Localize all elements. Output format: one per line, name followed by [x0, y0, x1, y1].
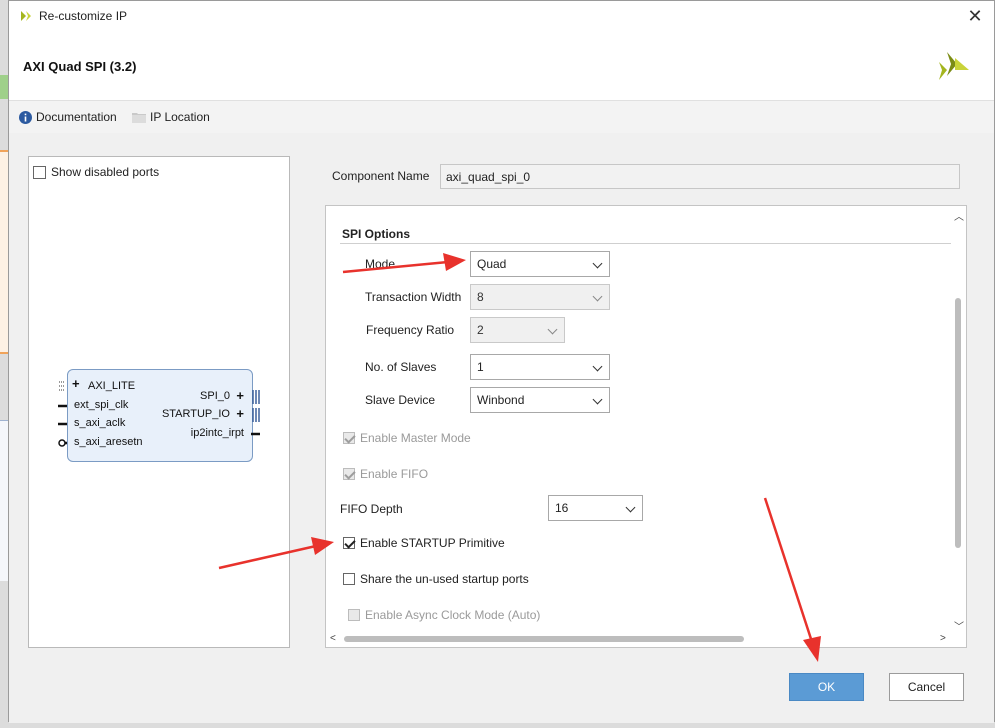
scroll-up-icon[interactable]: ︿ [954, 208, 964, 223]
ip-title: AXI Quad SPI (3.2) [23, 59, 137, 74]
checkbox-box[interactable] [343, 537, 355, 549]
enable-startup-primitive-checkbox[interactable]: Enable STARTUP Primitive [343, 536, 505, 550]
horizontal-scroll-thumb[interactable] [344, 636, 744, 642]
chevron-down-icon [592, 361, 603, 372]
cancel-button[interactable]: Cancel [889, 673, 964, 701]
dialog-header: AXI Quad SPI (3.2) [9, 32, 994, 100]
transaction-width-select[interactable]: 8 [470, 284, 610, 310]
enable-master-mode-checkbox[interactable]: Enable Master Mode [343, 431, 471, 445]
no-of-slaves-label: No. of Slaves [365, 360, 437, 374]
fifo-depth-label: FIFO Depth [340, 502, 403, 516]
spi-options-panel: SPI Options Mode Quad Transaction Width … [325, 205, 967, 648]
component-name-label: Component Name [332, 169, 430, 183]
ip-block-pins [58, 381, 260, 447]
checkbox-box[interactable] [348, 609, 360, 621]
fifo-depth-value: 16 [555, 501, 569, 515]
component-name-input[interactable]: axi_quad_spi_0 [440, 164, 960, 189]
scroll-left-icon[interactable]: < [330, 633, 336, 644]
no-of-slaves-select[interactable]: 1 [470, 354, 610, 380]
title-bar: Re-customize IP ✕ [9, 1, 994, 32]
checkbox-box[interactable] [343, 573, 355, 585]
frequency-ratio-select[interactable]: 2 [470, 317, 565, 343]
scroll-right-icon[interactable]: > [940, 633, 946, 644]
enable-startup-primitive-label: Enable STARTUP Primitive [360, 536, 505, 550]
checkbox-box[interactable] [343, 468, 355, 480]
xilinx-logo-icon [939, 52, 969, 80]
no-of-slaves-value: 1 [477, 360, 484, 374]
section-divider [340, 243, 952, 244]
share-unused-startup-ports-label: Share the un-used startup ports [360, 572, 529, 586]
mode-select[interactable]: Quad [470, 251, 610, 277]
slave-device-value: Winbond [477, 393, 525, 407]
share-unused-startup-ports-checkbox[interactable]: Share the un-used startup ports [343, 572, 529, 586]
slave-device-label: Slave Device [365, 393, 436, 407]
slave-device-select[interactable]: Winbond [470, 387, 610, 413]
frequency-ratio-value: 2 [477, 323, 484, 337]
horizontal-scrollbar[interactable]: < > [326, 632, 953, 647]
recustomize-ip-dialog: Re-customize IP ✕ AXI Quad SPI (3.2) Doc… [8, 0, 995, 723]
enable-async-clock-mode-label: Enable Async Clock Mode (Auto) [365, 608, 541, 622]
checkbox-box[interactable] [343, 432, 355, 444]
enable-fifo-label: Enable FIFO [360, 467, 429, 481]
chevron-down-icon [592, 394, 603, 405]
background-window-fragment [0, 75, 8, 99]
ip-location-button[interactable]: IP Location [132, 110, 210, 124]
enable-master-mode-label: Enable Master Mode [360, 431, 471, 445]
window-title: Re-customize IP [39, 9, 128, 23]
enable-async-clock-mode-checkbox[interactable]: Enable Async Clock Mode (Auto) [348, 608, 540, 622]
close-icon[interactable]: ✕ [964, 5, 986, 27]
folder-icon [132, 113, 146, 123]
chevron-down-icon [592, 258, 603, 269]
mode-label: Mode [365, 257, 396, 271]
background-window-fragment [0, 150, 8, 354]
vertical-scroll-thumb[interactable] [955, 298, 961, 548]
chevron-down-icon [592, 291, 603, 302]
scroll-down-icon[interactable]: ﹀ [954, 618, 964, 633]
dialog-content: Show disabled ports + AXI_LITE ext_spi_c… [9, 133, 994, 723]
info-icon [19, 110, 32, 124]
transaction-width-label: Transaction Width [365, 290, 462, 304]
transaction-width-value: 8 [477, 290, 484, 304]
enable-fifo-checkbox[interactable]: Enable FIFO [343, 467, 428, 481]
vertical-scrollbar[interactable]: ︿ ﹀ [951, 206, 966, 634]
ip-location-label: IP Location [150, 110, 210, 124]
frequency-ratio-label: Frequency Ratio [366, 323, 455, 337]
xilinx-app-icon [21, 11, 31, 21]
toolbar: Documentation IP Location [9, 100, 994, 134]
ip-symbol-panel: Show disabled ports + AXI_LITE ext_spi_c… [28, 156, 290, 648]
chevron-down-icon [547, 324, 558, 335]
ok-button[interactable]: OK [789, 673, 864, 701]
fifo-depth-select[interactable]: 16 [548, 495, 643, 521]
background-window-fragment [0, 420, 8, 581]
documentation-label: Documentation [36, 110, 117, 124]
mode-value: Quad [477, 257, 507, 271]
spi-options-title: SPI Options [342, 227, 411, 241]
documentation-button[interactable]: Documentation [19, 110, 117, 124]
chevron-down-icon [625, 502, 636, 513]
